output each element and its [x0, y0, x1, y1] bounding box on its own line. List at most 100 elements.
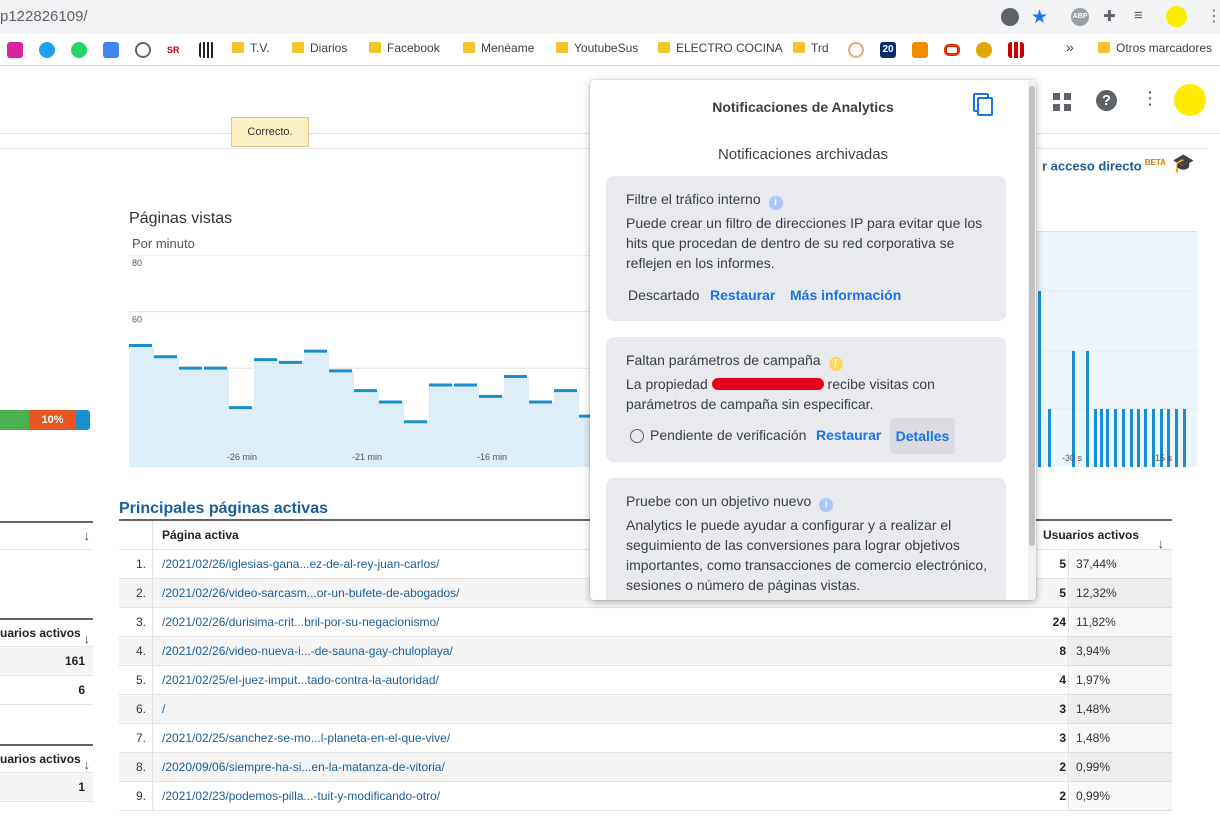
page-link[interactable]: /2021/02/26/iglesias-gana...ez-de-al-rey… [154, 550, 439, 579]
chart-bar [1130, 409, 1133, 467]
page-link[interactable]: /2021/02/26/video-nueva-i...-de-sauna-ga… [154, 637, 453, 666]
sort-arrow-icon[interactable]: ↓ [84, 528, 91, 543]
row-index: 4. [119, 637, 153, 666]
page-link[interactable]: /2021/02/25/sanchez-se-mo...l-planeta-en… [154, 724, 450, 753]
sr-icon[interactable]: SR [167, 42, 183, 58]
bookmark-folder-meneame[interactable]: Menéame [463, 41, 534, 55]
row-index: 3. [119, 608, 153, 637]
more-bookmarks-button[interactable]: » [1066, 39, 1074, 55]
chart-bar [1106, 409, 1109, 467]
redaction-mark [711, 378, 824, 390]
x-tick-label: -15 s [1152, 453, 1173, 463]
warning-icon[interactable]: ! [828, 357, 843, 371]
card-body: Analytics le puede ayudar a configurar y… [626, 517, 988, 593]
restore-link[interactable]: Restaurar [816, 427, 881, 443]
active-users-percent: 1,48% [1070, 695, 1172, 724]
bookmark-folder-trd[interactable]: Trd [793, 41, 829, 55]
chart-bar [1094, 409, 1097, 467]
details-button[interactable]: Detalles [890, 418, 955, 454]
bookmark-star-icon[interactable]: ★ [1031, 6, 1048, 29]
sort-arrow-icon[interactable]: ↓ [84, 625, 91, 646]
device-bar-segment-green [0, 410, 29, 430]
chart-bar [1100, 409, 1103, 467]
popup-scrollbar-thumb[interactable] [1029, 86, 1035, 546]
bookmark-elespanol-icon[interactable] [912, 42, 928, 58]
bookmark-folder-diarios[interactable]: Diarios [292, 41, 347, 55]
docs-icon[interactable] [103, 42, 119, 58]
page-link[interactable]: /2021/02/25/el-juez-imput...tado-contra-… [154, 666, 439, 695]
card-status: Pendiente de verificación [650, 427, 807, 443]
shortcut-link[interactable]: r acceso directo BETA [1042, 158, 1166, 173]
academy-cap-icon[interactable]: 🎓 [1172, 153, 1194, 174]
bookmark-folder-youtubesus[interactable]: YoutubeSus [556, 41, 638, 55]
clock-icon [630, 429, 644, 443]
bookmark-swirl-icon[interactable] [848, 42, 864, 58]
browser-url-bar[interactable]: p122826109/ ★ ABP ✚ ≡ ⋮ [0, 0, 1220, 34]
bookmark-folder-electro-cocina[interactable]: ELECTRO COCINA [658, 41, 783, 55]
extensions-puzzle-icon[interactable]: ✚ [1103, 7, 1116, 25]
info-icon[interactable]: i [768, 196, 783, 210]
table-row: 7./2021/02/25/sanchez-se-mo...l-planeta-… [119, 724, 1172, 753]
beta-badge: BETA [1144, 158, 1166, 167]
page-link[interactable]: / [154, 695, 165, 724]
left-panel-users-1: uarios activos ↓ 161 6 [0, 618, 93, 705]
globe-icon[interactable] [135, 42, 151, 58]
active-users-percent: 11,82% [1070, 608, 1172, 637]
page-link[interactable]: /2020/09/06/siempre-ha-si...en-la-matanz… [154, 753, 445, 782]
account-avatar[interactable] [1174, 84, 1206, 116]
chart-bar [1183, 409, 1186, 467]
browser-menu-icon[interactable]: ⋮ [1206, 6, 1220, 26]
translate-icon[interactable] [1001, 8, 1019, 26]
url-text[interactable]: p122826109/ [0, 8, 88, 25]
active-users-percent: 0,99% [1070, 782, 1172, 811]
twitter-icon[interactable] [39, 42, 55, 58]
instagram-icon[interactable] [7, 42, 23, 58]
page-link[interactable]: /2021/02/23/podemos-pilla...-tuit-y-modi… [154, 782, 440, 811]
device-bar-segment-blue [76, 410, 90, 430]
bookmark-face-icon[interactable] [976, 42, 992, 58]
card-body: Puede crear un filtro de direcciones IP … [626, 215, 983, 271]
bookmark-folder-facebook[interactable]: Facebook [369, 41, 440, 55]
bookmark-chart-icon[interactable] [1008, 42, 1024, 58]
profile-avatar[interactable] [1166, 6, 1187, 27]
device-bar-segment-orange: 10% [29, 410, 76, 430]
active-users-count: 24 [1019, 608, 1069, 637]
active-users-percent: 1,48% [1070, 724, 1172, 753]
active-users-count: 8 [1019, 637, 1069, 666]
copy-icon[interactable] [977, 97, 993, 116]
table-row: 8./2020/09/06/siempre-ha-si...en-la-mata… [119, 753, 1172, 782]
sort-arrow-icon[interactable]: ↓ [84, 751, 91, 772]
row-index: 2. [119, 579, 153, 608]
media-queue-icon[interactable]: ≡ [1134, 7, 1143, 24]
apps-grid-icon[interactable] [1053, 93, 1071, 111]
bookmark-red-icon[interactable] [944, 44, 960, 56]
left-panel-row: 1 [0, 773, 93, 802]
active-users-percent: 3,94% [1070, 637, 1172, 666]
header-active-page[interactable]: Página activa [154, 521, 239, 550]
row-index: 7. [119, 724, 153, 753]
bookmark-folder-tv[interactable]: T.V. [232, 41, 270, 55]
top-pages-title: Principales páginas activas [119, 500, 328, 517]
other-bookmarks-folder[interactable]: Otros marcadores [1098, 41, 1212, 55]
row-index: 8. [119, 753, 153, 782]
notification-card-campaign-params: Faltan parámetros de campaña! La propied… [606, 337, 1006, 462]
active-users-count: 3 [1019, 695, 1069, 724]
left-panel-row: 6 [0, 676, 93, 705]
bookmark-20minutos-icon[interactable]: 20 [880, 42, 896, 58]
seconds-chart: -30 s -15 s [1036, 231, 1197, 467]
chart-area [129, 345, 599, 467]
header-active-users[interactable]: Usuarios activos ↓ [1037, 521, 1172, 551]
more-info-link[interactable]: Más información [790, 287, 901, 303]
adblock-icon[interactable]: ABP [1071, 8, 1089, 26]
whatsapp-icon[interactable] [71, 42, 87, 58]
chart-bar [1144, 409, 1147, 467]
info-icon[interactable]: i [819, 498, 834, 512]
barcode-icon[interactable] [199, 42, 215, 58]
page-link[interactable]: /2021/02/26/durisima-crit...bril-por-su-… [154, 608, 439, 637]
more-options-icon[interactable]: ⋮ [1141, 88, 1159, 109]
left-panel-top: ↓ [0, 521, 93, 579]
help-icon[interactable]: ? [1096, 90, 1117, 111]
x-tick-label: -26 min [227, 452, 257, 462]
restore-link[interactable]: Restaurar [710, 287, 775, 303]
page-link[interactable]: /2021/02/26/video-sarcasm...or-un-bufete… [154, 579, 460, 608]
